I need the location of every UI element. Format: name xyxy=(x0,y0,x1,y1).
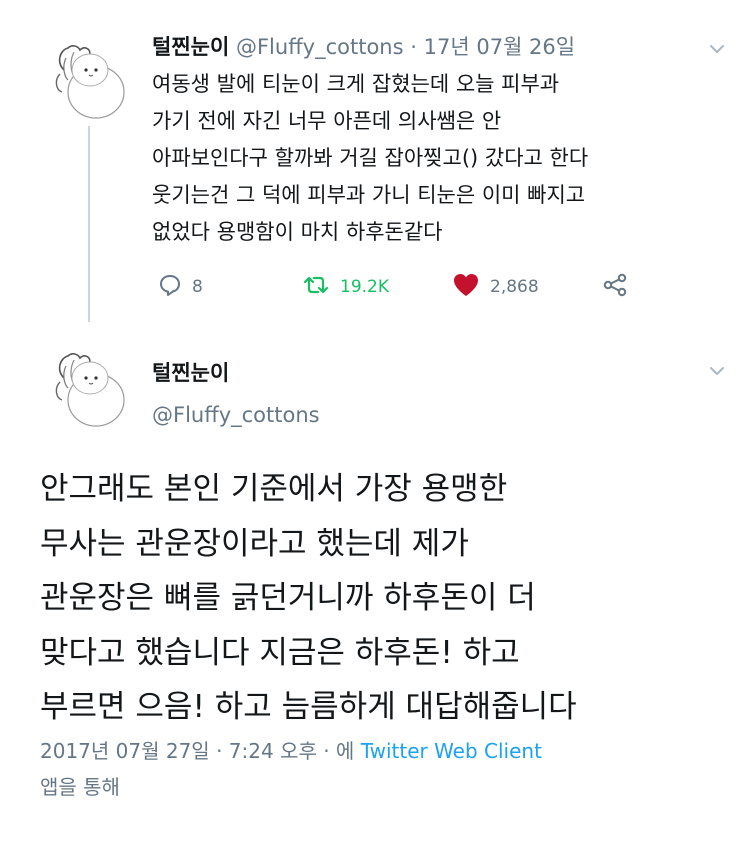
tweet-meta: 2017년 07월 27일 · 7:24 오후 · 에 Twitter Web … xyxy=(40,733,542,805)
avatar[interactable] xyxy=(46,348,128,430)
tweet-line: 관운장은 뼈를 긁던거니까 하후돈이 더 xyxy=(40,580,536,616)
meta-line: 2017년 07월 27일 · 7:24 오후 · 에 Twitter Web … xyxy=(40,733,542,769)
tweet-line: 없었다 용맹함이 마치 하후돈같다 xyxy=(152,220,443,244)
avatar[interactable] xyxy=(46,40,128,122)
user-handle[interactable]: @Fluffy_cottons xyxy=(236,35,404,59)
chevron-down-icon[interactable] xyxy=(706,38,728,60)
thread-connector xyxy=(88,126,90,322)
like-count: 2,868 xyxy=(490,277,539,297)
reply-button[interactable]: 8 xyxy=(158,272,203,302)
chevron-down-icon[interactable] xyxy=(706,360,728,382)
tweet-line: 여동생 발에 티눈이 크게 잡혔는데 오늘 피부과 xyxy=(152,72,560,96)
tweet-line: 무사는 관운장이라고 했는데 제가 xyxy=(40,525,469,562)
tweet-timestamp[interactable]: 2017년 07월 27일 · 7:24 오후 · 에 xyxy=(40,739,354,763)
like-button[interactable]: 2,868 xyxy=(452,272,539,302)
share-icon xyxy=(602,273,638,302)
tweet1-text: 여동생 발에 티눈이 크게 잡혔는데 오늘 피부과 가기 전에 자긴 너무 아픈… xyxy=(152,66,732,251)
tweet-line: 부르면 으음! 하고 늠름하게 대답해줍니다 xyxy=(40,689,577,725)
retweet-button[interactable]: 19.2K xyxy=(302,272,389,302)
client-link[interactable]: Twitter Web Client xyxy=(361,739,542,763)
tweet-line: 맞다고 했습니다 지금은 하후돈! 하고 xyxy=(40,634,520,671)
share-button[interactable] xyxy=(602,272,638,302)
heart-icon xyxy=(452,272,490,303)
user-handle[interactable]: @Fluffy_cottons xyxy=(152,400,320,430)
tweet1-header: 털찐눈이 @Fluffy_cottons · 17년 07월 26일 xyxy=(152,32,575,62)
retweet-count: 19.2K xyxy=(340,277,389,297)
separator-dot: · xyxy=(410,35,417,59)
tweet-line: 안그래도 본인 기준에서 가장 용맹한 xyxy=(40,471,508,507)
tweet-date[interactable]: 17년 07월 26일 xyxy=(424,35,575,59)
reply-icon xyxy=(158,273,192,302)
retweet-icon xyxy=(302,273,340,302)
tweet-line: 아파보인다구 할까봐 거길 잡아찢고() 갔다고 한다 xyxy=(152,146,589,170)
display-name[interactable]: 털찐눈이 xyxy=(152,35,229,59)
tweet2-text: 안그래도 본인 기준에서 가장 용맹한 무사는 관운장이라고 했는데 제가 관운… xyxy=(40,462,740,735)
display-name[interactable]: 털찐눈이 xyxy=(152,358,229,388)
meta-suffix: 앱을 통해 xyxy=(40,775,120,799)
tweet-line: 가기 전에 자긴 너무 아픈데 의사쌤은 안 xyxy=(152,109,502,133)
reply-count: 8 xyxy=(192,277,203,297)
tweet-line: 웃기는건 그 덕에 피부과 가니 티눈은 이미 빠지고 xyxy=(152,183,586,207)
